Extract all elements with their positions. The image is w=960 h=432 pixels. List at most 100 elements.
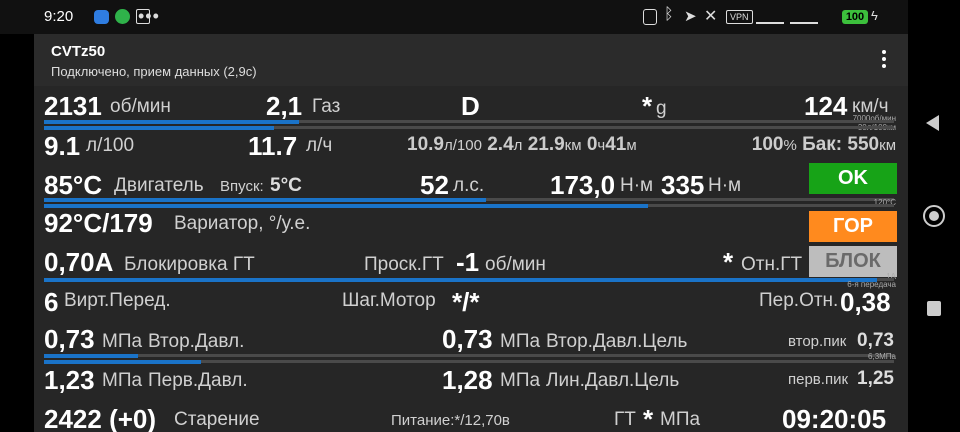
tank-label: Бак: — [802, 134, 843, 155]
avg-value: 10.9 — [407, 134, 444, 155]
slip-value: -1 — [456, 247, 480, 277]
back-icon — [926, 115, 939, 131]
virtual-gear: 6 — [44, 287, 59, 317]
hot-label: ГОР — [833, 215, 873, 237]
fuel-percent-unit: % — [783, 137, 797, 154]
torque-bar — [44, 198, 486, 202]
aging-label: Старение — [174, 409, 260, 430]
secondary-target: 0,73 — [442, 324, 493, 354]
secondary-target-bar — [44, 360, 201, 364]
app-bar: CVTz50 Подключено, прием данных (2,9с) — [34, 34, 908, 86]
slip-label: Проск.ГТ — [364, 254, 444, 275]
primary-pressure: 1,23 — [44, 365, 95, 395]
power-value: 52 — [420, 170, 449, 200]
status-time: 9:20 — [44, 8, 74, 25]
lockup-current: 0,70A — [44, 247, 114, 277]
chat-icon — [94, 10, 109, 24]
secondary-pressure: 0,73 — [44, 324, 95, 354]
lock-badge: БЛОК — [809, 246, 897, 277]
primary-pressure-unit: МПа — [102, 370, 143, 391]
used-unit: л — [513, 137, 523, 154]
vpn-label: VPN — [730, 12, 749, 22]
secondary-peak-label: втор.пик — [788, 333, 847, 350]
slip-unit: об/мин — [485, 254, 546, 275]
virtual-gear-label: Вирт.Перед. — [64, 290, 171, 311]
lockup-label: Блокировка ГТ — [124, 254, 255, 275]
signal-4g-icon — [756, 10, 784, 24]
mins-value: 41 — [605, 134, 627, 155]
primary-pressure-label: Перв.Давл. — [148, 370, 248, 391]
wifi-off-icon: ✕ — [704, 8, 718, 25]
ratio-label: Пер.Отн. — [759, 290, 839, 311]
hours-value: 0 — [586, 134, 598, 155]
hot-badge: ГОР — [809, 211, 897, 242]
secondary-bar-track — [44, 354, 894, 357]
status-bar: 9:20 ••• ᛒ ➤ ✕ VPN 100 ϟ — [0, 0, 908, 34]
navigation-bar — [908, 0, 960, 432]
more-vert-icon — [882, 50, 886, 54]
fuel-percent: 100 — [751, 134, 784, 155]
instant-consumption-unit: л/100 — [86, 135, 135, 156]
throttle-bar — [44, 126, 274, 130]
rpm-bar — [44, 120, 299, 124]
home-button[interactable] — [920, 202, 948, 230]
block-label: БЛОК — [825, 250, 881, 272]
battery-level: 100 — [845, 11, 865, 23]
recents-button[interactable] — [922, 296, 946, 322]
bluetooth-icon: ᛒ — [664, 6, 674, 23]
secondary-target-label: Втор.Давл.Цель — [546, 331, 688, 352]
engine-temp: 85°C — [44, 170, 103, 200]
torque-unit: Н·м — [620, 175, 654, 196]
engine-label: Двигатель — [114, 175, 204, 196]
secondary-pressure-unit: МПа — [102, 331, 143, 352]
ratio-value: 0,38 — [840, 287, 891, 317]
gt-unit: МПа — [660, 409, 701, 430]
back-button[interactable] — [922, 108, 946, 138]
rel-gt-star: * — [723, 247, 734, 277]
charging-icon: ϟ — [871, 8, 878, 23]
overflow-menu-button[interactable] — [872, 46, 896, 74]
clock: 09:20:05 — [782, 404, 887, 432]
hourly-flow-unit: л/ч — [306, 135, 333, 156]
primary-peak-label: перв.пик — [788, 371, 849, 388]
g-force-unit: g — [656, 98, 667, 119]
more-dots-icon: ••• — [138, 6, 160, 26]
g-force-value: * — [642, 91, 653, 121]
navigation-icon: ➤ — [684, 8, 697, 25]
secondary-pressure-label: Втор.Давл. — [148, 331, 245, 352]
secondary-peak: 0,73 — [857, 330, 894, 351]
gt-star: * — [643, 404, 654, 432]
range-unit: км — [879, 137, 896, 154]
primary-peak: 1,25 — [857, 368, 894, 389]
range-value: 550 — [847, 134, 880, 155]
secondary-target-unit: МПа — [500, 331, 541, 352]
lock-bar — [44, 278, 877, 282]
rel-gt-label: Отн.ГТ — [741, 254, 803, 275]
max-torque-value: 335 — [661, 170, 705, 200]
torque-value: 173,0 — [550, 170, 616, 200]
throttle-label: Газ — [312, 96, 341, 117]
secondary-bar — [44, 354, 138, 358]
whatsapp-icon — [115, 9, 130, 24]
cvt-label: Вариатор, °/у.е. — [174, 213, 311, 234]
stepper-label: Шаг.Мотор — [342, 290, 436, 311]
dist-unit: км — [564, 137, 582, 154]
home-icon-dot — [929, 211, 939, 221]
speed-value: 124 — [804, 91, 848, 121]
intake-temp: 5°C — [270, 175, 302, 196]
mins-unit: м — [626, 137, 637, 154]
ok-label: OK — [838, 167, 868, 189]
used-value: 2.4 — [487, 134, 514, 155]
gt-label: ГТ — [614, 409, 636, 430]
recents-icon — [927, 301, 941, 316]
line-target-label: Лин.Давл.Цель — [546, 370, 680, 391]
vpn-icon: VPN — [726, 10, 753, 24]
battery-icon: 100 — [842, 10, 868, 24]
power-unit: л.с. — [453, 175, 485, 196]
tank-info: 100% Бак: 550км — [752, 134, 896, 156]
hourly-flow: 11.7 — [248, 131, 298, 161]
engine-ok-badge: OK — [809, 163, 897, 194]
dashboard: 2131 об/мин 2,1 Газ D * g 124 км/ч 7000о… — [34, 86, 908, 432]
stepper-value: */* — [452, 287, 480, 317]
nfc-icon — [643, 9, 657, 25]
